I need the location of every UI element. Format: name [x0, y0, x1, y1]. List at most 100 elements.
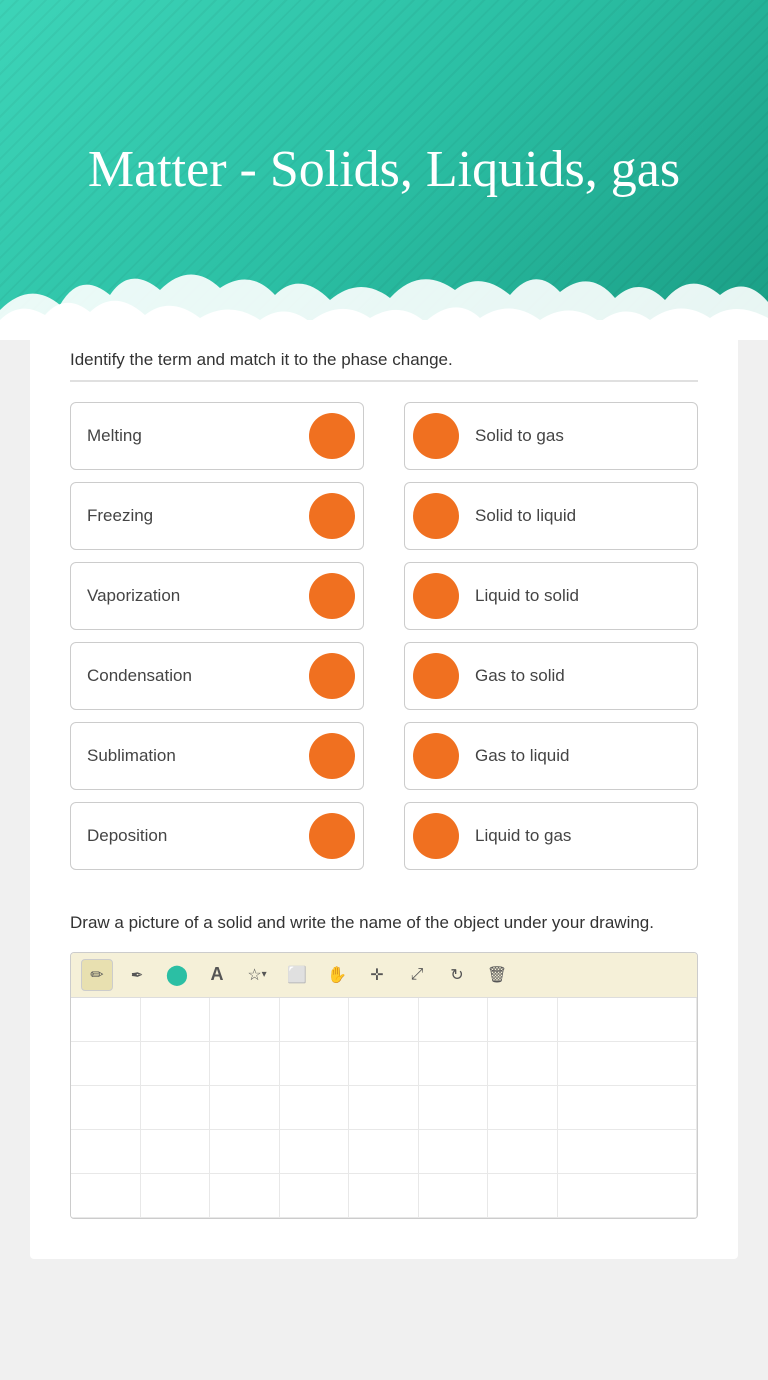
canvas-cell [280, 1086, 350, 1130]
canvas-cell [349, 1130, 419, 1174]
dot-deposition-left[interactable] [309, 813, 355, 859]
pen-tool-button[interactable]: ✒ [121, 959, 153, 991]
page-title: Matter - Solids, Liquids, gas [48, 139, 720, 201]
canvas-cell [280, 1130, 350, 1174]
left-label-melting: Melting [87, 426, 142, 446]
canvas-cell [488, 1174, 558, 1218]
canvas-cell [141, 1042, 211, 1086]
canvas-cell [349, 1174, 419, 1218]
canvas-cell [280, 1174, 350, 1218]
hand-tool-button[interactable]: ✋ [321, 959, 353, 991]
right-label-solid-to-gas: Solid to gas [475, 426, 564, 446]
right-label-gas-to-solid: Gas to solid [475, 666, 565, 686]
canvas-cell [349, 1086, 419, 1130]
color-tool-button[interactable]: ⬤ [161, 959, 193, 991]
right-card-solid-to-gas[interactable]: Solid to gas [404, 402, 698, 470]
dot-vaporization-left[interactable] [309, 573, 355, 619]
delete-tool-button[interactable]: 🗑 [481, 959, 513, 991]
canvas-cell [627, 1130, 697, 1174]
draw-container: ✏ ✒ ⬤ A ☆▾ ⬜ ✋ ✛ ⤢ ↻ 🗑 // Generate 45 gr… [70, 952, 698, 1219]
canvas-cell [280, 1042, 350, 1086]
dot-freezing-left[interactable] [309, 493, 355, 539]
canvas-cell [210, 1042, 280, 1086]
right-card-liquid-to-solid[interactable]: Liquid to solid [404, 562, 698, 630]
matching-instruction: Identify the term and match it to the ph… [70, 350, 698, 382]
canvas-cell [71, 1086, 141, 1130]
canvas-cell [627, 1174, 697, 1218]
canvas-cell [71, 1174, 141, 1218]
dot-gas-to-liquid[interactable] [413, 733, 459, 779]
right-card-solid-to-liquid[interactable]: Solid to liquid [404, 482, 698, 550]
text-tool-button[interactable]: A [201, 959, 233, 991]
draw-instruction: Draw a picture of a solid and write the … [70, 910, 698, 936]
canvas-cell [419, 1086, 489, 1130]
right-card-liquid-to-gas[interactable]: Liquid to gas [404, 802, 698, 870]
right-card-gas-to-liquid[interactable]: Gas to liquid [404, 722, 698, 790]
image-tool-button[interactable]: ⬜ [281, 959, 313, 991]
left-card-condensation[interactable]: Condensation [70, 642, 364, 710]
canvas-cell [349, 1042, 419, 1086]
canvas-cell [419, 1042, 489, 1086]
dot-condensation-left[interactable] [309, 653, 355, 699]
right-label-gas-to-liquid: Gas to liquid [475, 746, 570, 766]
section-gap [70, 870, 698, 910]
shape-tool-button[interactable]: ☆▾ [241, 959, 273, 991]
canvas-cell [71, 1042, 141, 1086]
canvas-cell [349, 998, 419, 1042]
matching-grid: Melting Solid to gas Freezing Solid to l… [70, 402, 698, 870]
canvas-cell [210, 1086, 280, 1130]
main-content: Identify the term and match it to the ph… [30, 320, 738, 1259]
dot-liquid-to-gas[interactable] [413, 813, 459, 859]
left-card-vaporization[interactable]: Vaporization [70, 562, 364, 630]
canvas-cell [71, 998, 141, 1042]
canvas-cell [627, 998, 697, 1042]
page-header: Matter - Solids, Liquids, gas [0, 0, 768, 340]
left-label-vaporization: Vaporization [87, 586, 180, 606]
canvas-cell [558, 1174, 628, 1218]
canvas-cell [558, 1042, 628, 1086]
left-card-sublimation[interactable]: Sublimation [70, 722, 364, 790]
canvas-cell [419, 1130, 489, 1174]
canvas-cell [488, 1042, 558, 1086]
canvas-cell [141, 998, 211, 1042]
canvas-cell [210, 998, 280, 1042]
left-label-condensation: Condensation [87, 666, 192, 686]
left-label-deposition: Deposition [87, 826, 167, 846]
canvas-cell [280, 998, 350, 1042]
right-label-liquid-to-solid: Liquid to solid [475, 586, 579, 606]
right-label-solid-to-liquid: Solid to liquid [475, 506, 576, 526]
canvas-cell [141, 1130, 211, 1174]
canvas-cell [627, 1042, 697, 1086]
canvas-cell [488, 998, 558, 1042]
canvas-cell [419, 998, 489, 1042]
canvas-cell [558, 1130, 628, 1174]
dot-melting-left[interactable] [309, 413, 355, 459]
canvas-cell [558, 998, 628, 1042]
canvas-cell [419, 1174, 489, 1218]
dot-solid-to-liquid[interactable] [413, 493, 459, 539]
dot-gas-to-solid[interactable] [413, 653, 459, 699]
pencil-tool-button[interactable]: ✏ [81, 959, 113, 991]
left-card-deposition[interactable]: Deposition [70, 802, 364, 870]
dot-solid-to-gas[interactable] [413, 413, 459, 459]
canvas-cell [210, 1174, 280, 1218]
right-card-gas-to-solid[interactable]: Gas to solid [404, 642, 698, 710]
draw-canvas[interactable]: // Generate 45 grid cells for(let i=0;i<… [71, 998, 697, 1218]
left-card-melting[interactable]: Melting [70, 402, 364, 470]
canvas-cell [627, 1086, 697, 1130]
canvas-cell [210, 1130, 280, 1174]
dot-sublimation-left[interactable] [309, 733, 355, 779]
canvas-cell [558, 1086, 628, 1130]
expand-tool-button[interactable]: ⤢ [401, 959, 433, 991]
canvas-cell [488, 1130, 558, 1174]
rotate-tool-button[interactable]: ↻ [441, 959, 473, 991]
dot-liquid-to-solid[interactable] [413, 573, 459, 619]
left-card-freezing[interactable]: Freezing [70, 482, 364, 550]
canvas-cell [141, 1086, 211, 1130]
left-label-sublimation: Sublimation [87, 746, 176, 766]
canvas-cell [71, 1130, 141, 1174]
canvas-cell [488, 1086, 558, 1130]
move-tool-button[interactable]: ✛ [361, 959, 393, 991]
canvas-cell [141, 1174, 211, 1218]
left-label-freezing: Freezing [87, 506, 153, 526]
